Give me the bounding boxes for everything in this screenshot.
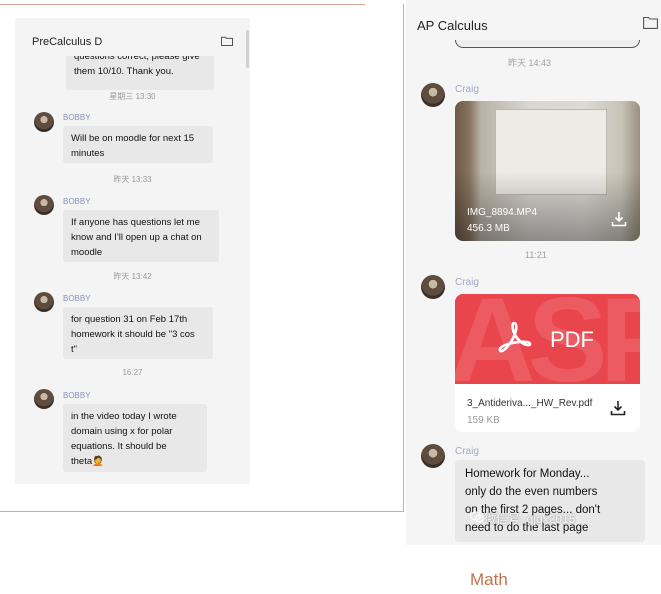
timestamp: 11:21 bbox=[525, 250, 547, 260]
pdf-attachment-card[interactable]: ASP PDF 3_Antideriva..._HW_Rev.pdf 159 K… bbox=[455, 294, 640, 432]
download-icon[interactable] bbox=[611, 211, 627, 227]
message-bubble: Will be on moodle for next 15 minutes bbox=[63, 126, 213, 163]
avatar[interactable] bbox=[34, 195, 54, 215]
sender-name: BOBBY bbox=[63, 391, 91, 400]
precalculus-chat-window: questions correct, please give them 10/1… bbox=[15, 18, 250, 484]
sender-name: Craig bbox=[455, 277, 479, 288]
watermark-text: 微信号: gjgx2015 bbox=[484, 512, 576, 526]
message-line: equations. It should be bbox=[71, 441, 167, 452]
message-line: Homework for Monday... bbox=[465, 468, 590, 480]
download-icon[interactable] bbox=[610, 400, 626, 416]
chat-title: AP Calculus bbox=[417, 18, 488, 33]
avatar[interactable] bbox=[34, 389, 54, 409]
message-line: homework it should be "3 cos bbox=[71, 329, 195, 340]
sender-name: Craig bbox=[455, 84, 479, 95]
sender-name: BOBBY bbox=[63, 197, 91, 206]
message-line: t" bbox=[71, 344, 78, 355]
wechat-icon bbox=[470, 511, 484, 523]
video-attachment-card[interactable]: IMG_8894.MP4 456.3 MB bbox=[455, 101, 640, 241]
avatar[interactable] bbox=[421, 83, 445, 107]
timestamp: 昨天 13:42 bbox=[113, 272, 152, 281]
message-bubble: If anyone has questions let me know and … bbox=[63, 210, 219, 262]
message-line: minutes bbox=[71, 148, 105, 159]
message-line: Will be on moodle for next 15 bbox=[71, 133, 195, 144]
chat-title: PreCalculus D bbox=[32, 36, 103, 48]
avatar[interactable] bbox=[34, 112, 54, 132]
message-bubble: Homework for Monday... only do the even … bbox=[455, 460, 645, 542]
pdf-watermark-graphic: ASP bbox=[455, 294, 640, 384]
caption-math: Math bbox=[470, 570, 508, 589]
file-name: 3_Antideriva..._HW_Rev.pdf bbox=[467, 398, 593, 409]
pdf-preview: ASP PDF bbox=[455, 294, 640, 384]
timestamp: 星期三 13:30 bbox=[109, 92, 156, 101]
message-line: moodle bbox=[71, 247, 103, 258]
message-line: for question 31 on Feb 17th bbox=[71, 314, 188, 325]
file-size: 456.3 MB bbox=[467, 223, 510, 234]
message-line: them 10/10. Thank you. bbox=[74, 66, 174, 77]
acrobat-icon bbox=[498, 321, 532, 353]
frame-line-bottom bbox=[0, 511, 404, 512]
avatar[interactable] bbox=[34, 292, 54, 312]
sender-name: Craig bbox=[455, 446, 479, 457]
sender-name: BOBBY bbox=[63, 294, 91, 303]
file-name: IMG_8894.MP4 bbox=[467, 207, 538, 218]
frame-line-top bbox=[0, 4, 365, 5]
timestamp: 16:27 bbox=[122, 368, 143, 377]
ap-calculus-chat-window: AP Calculus 昨天 14:43 Craig IMG_8894.MP4 … bbox=[406, 0, 661, 545]
message-bubble: in the video today I wrote domain using … bbox=[63, 404, 207, 472]
scrollbar[interactable] bbox=[246, 30, 249, 68]
folder-icon[interactable] bbox=[221, 36, 233, 46]
file-size: 159 KB bbox=[467, 415, 500, 426]
previous-attachment-card[interactable] bbox=[455, 40, 640, 48]
folder-icon[interactable] bbox=[643, 16, 658, 29]
frame-line-right bbox=[403, 4, 404, 512]
message-bubble: for question 31 on Feb 17th homework it … bbox=[63, 307, 213, 359]
message-line: theta🤦 bbox=[71, 456, 104, 467]
avatar[interactable] bbox=[421, 444, 445, 468]
message-line: domain using x for polar bbox=[71, 426, 173, 437]
timestamp: 昨天 14:43 bbox=[508, 58, 552, 68]
timestamp: 昨天 13:33 bbox=[113, 175, 152, 184]
avatar[interactable] bbox=[421, 275, 445, 299]
message-line: only do the even numbers bbox=[465, 486, 598, 498]
message-line: know and I'll open up a chat on bbox=[71, 232, 202, 243]
sender-name: BOBBY bbox=[63, 113, 91, 122]
chat-header: PreCalculus D bbox=[15, 18, 250, 56]
message-line: If anyone has questions let me bbox=[71, 217, 200, 228]
pdf-badge: PDF bbox=[550, 327, 594, 352]
message-line: in the video today I wrote bbox=[71, 411, 177, 422]
